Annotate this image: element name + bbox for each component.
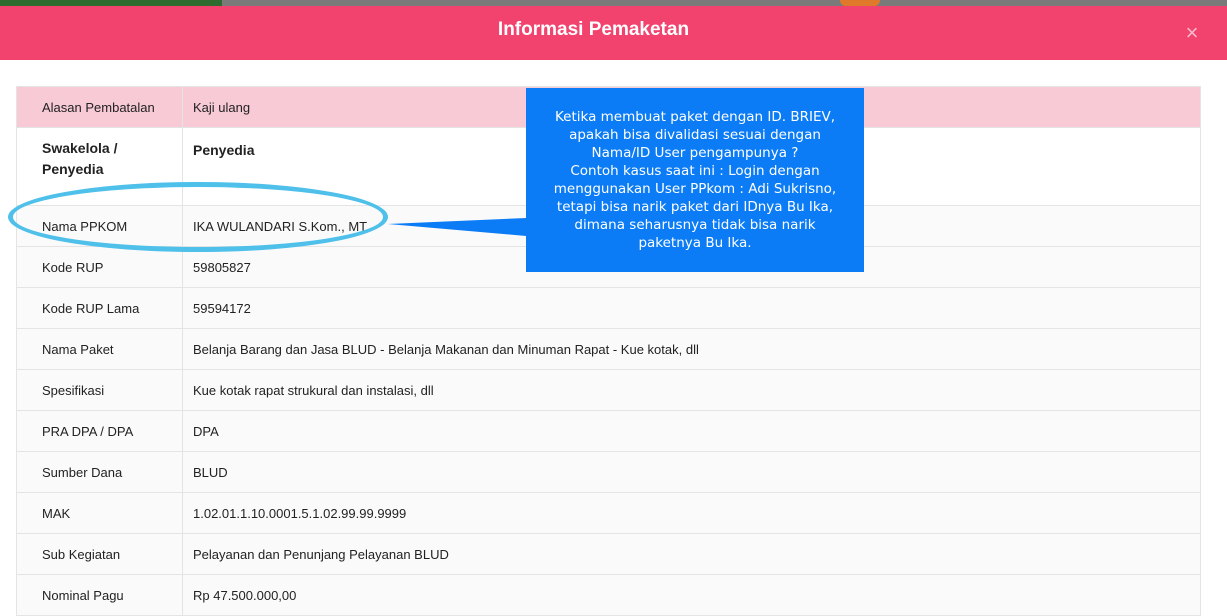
callout-line: dimana seharusnya tidak bisa narik — [574, 217, 816, 233]
callout-line: paketnya Bu Ika. — [638, 235, 752, 251]
callout-line: Ketika membuat paket dengan ID. BRIEV, — [554, 109, 836, 125]
callout-line: tetapi bisa narik paket dari IDnya Bu Ik… — [556, 199, 834, 215]
callout-line: apakah bisa divalidasi sesuai dengan — [569, 127, 821, 143]
table-row: Spesifikasi Kue kotak rapat strukural da… — [16, 369, 1201, 411]
row-value: DPA — [182, 410, 1201, 452]
row-value: Kue kotak rapat strukural dan instalasi,… — [182, 369, 1201, 411]
row-value: Rp 47.500.000,00 — [182, 574, 1201, 616]
table-row: Nominal Pagu Rp 47.500.000,00 — [16, 574, 1201, 616]
row-label: PRA DPA / DPA — [16, 410, 183, 452]
row-label: Kode RUP — [16, 246, 183, 288]
close-icon: × — [1185, 20, 1199, 45]
callout-line: menggunakan User PPkom : Adi Sukrisno, — [553, 181, 837, 197]
row-label: Kode RUP Lama — [16, 287, 183, 329]
table-row: Sumber Dana BLUD — [16, 451, 1201, 493]
modal-title: Informasi Pemaketan — [497, 19, 690, 40]
close-button[interactable]: × — [1181, 22, 1203, 44]
row-value: Belanja Barang dan Jasa BLUD - Belanja M… — [182, 328, 1201, 370]
annotation-callout: Ketika membuat paket dengan ID. BRIEV, a… — [526, 88, 864, 272]
row-value: BLUD — [182, 451, 1201, 493]
table-row: Sub Kegiatan Pelayanan dan Penunjang Pel… — [16, 533, 1201, 575]
callout-line: Nama/ID User pengampunya ? — [591, 145, 799, 161]
row-label: Nama Paket — [16, 328, 183, 370]
row-value: Pelayanan dan Penunjang Pelayanan BLUD — [182, 533, 1201, 575]
table-row: MAK 1.02.01.1.10.0001.5.1.02.99.99.9999 — [16, 492, 1201, 534]
row-label: Spesifikasi — [16, 369, 183, 411]
row-label: Nominal Pagu — [16, 574, 183, 616]
table-row: Kode RUP Lama 59594172 — [16, 287, 1201, 329]
row-label: Alasan Pembatalan — [16, 86, 183, 128]
row-value: 1.02.01.1.10.0001.5.1.02.99.99.9999 — [182, 492, 1201, 534]
table-row: Nama Paket Belanja Barang dan Jasa BLUD … — [16, 328, 1201, 370]
row-label: Sumber Dana — [16, 451, 183, 493]
modal-header: Informasi Pemaketan × — [0, 6, 1227, 60]
row-label: Sub Kegiatan — [16, 533, 183, 575]
callout-line: Contoh kasus saat ini : Login dengan — [570, 163, 820, 179]
annotation-ellipse — [8, 182, 388, 252]
row-label: MAK — [16, 492, 183, 534]
table-row: PRA DPA / DPA DPA — [16, 410, 1201, 452]
row-value: 59594172 — [182, 287, 1201, 329]
